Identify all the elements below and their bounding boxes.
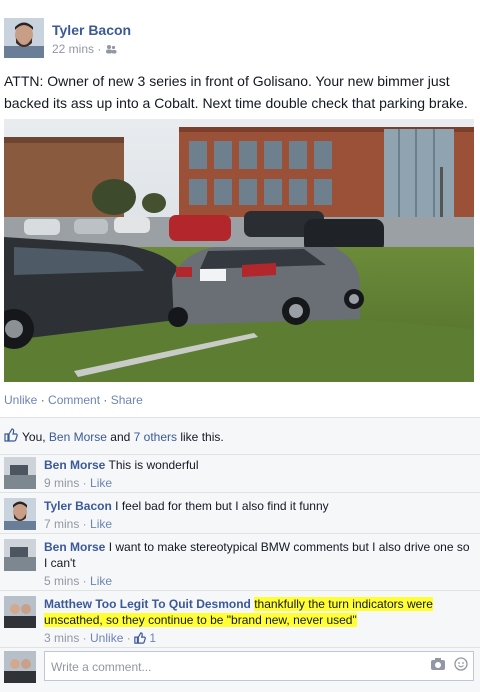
post-text: ATTN: Owner of new 3 series in front of … xyxy=(4,73,468,111)
emoji-icon[interactable] xyxy=(454,657,468,676)
friends-icon[interactable] xyxy=(105,43,117,57)
divider xyxy=(0,454,480,455)
viewer-avatar xyxy=(4,651,36,683)
comment-time[interactable]: 3 mins xyxy=(44,631,79,645)
comment-body: Matthew Too Legit To Quit Desmond thankf… xyxy=(44,596,476,648)
post-photo[interactable] xyxy=(4,119,474,382)
post-header: Tyler Bacon 22 mins · xyxy=(0,0,480,66)
actions-dot: · xyxy=(103,393,108,407)
composer-icons xyxy=(430,657,468,676)
meta-separator: · xyxy=(97,42,102,56)
comment-body: Ben Morse I want to make stereotypical B… xyxy=(44,539,476,589)
commenter-name[interactable]: Ben Morse xyxy=(44,458,105,472)
likes-suffix: like this. xyxy=(177,429,224,444)
commenter-name[interactable]: Matthew Too Legit To Quit Desmond xyxy=(44,597,251,611)
author-name[interactable]: Tyler Bacon xyxy=(52,22,131,38)
comment-body: Ben Morse This is wonderful 9 mins · Lik… xyxy=(44,457,476,491)
commenter-avatar[interactable] xyxy=(4,596,36,628)
thumbs-up-icon xyxy=(134,632,146,648)
unlike-comment-link[interactable]: Unlike xyxy=(90,631,123,645)
comment-time[interactable]: 5 mins xyxy=(44,574,79,588)
commenter-name[interactable]: Tyler Bacon xyxy=(44,499,112,513)
thumbs-up-icon xyxy=(4,428,18,445)
comment-text: This is wonderful xyxy=(108,458,199,472)
likes-summary: You, Ben Morse and 7 others like this. xyxy=(4,428,224,445)
divider xyxy=(0,647,480,648)
comment-text: I feel bad for them but I also find it f… xyxy=(115,499,329,513)
commenter-name[interactable]: Ben Morse xyxy=(44,540,105,554)
post-time[interactable]: 22 mins xyxy=(52,42,94,56)
divider xyxy=(0,590,480,591)
liker-link[interactable]: Ben Morse xyxy=(49,430,107,444)
comment-meta: 9 mins · Like xyxy=(44,476,113,490)
comment-link[interactable]: Comment xyxy=(48,393,100,407)
comment-item: Ben Morse I want to make stereotypical B… xyxy=(4,539,476,589)
camera-icon[interactable] xyxy=(430,657,446,676)
comment-meta: 3 mins · Unlike · 1 xyxy=(44,630,476,648)
comment-composer: Write a comment... xyxy=(4,649,476,685)
others-link[interactable]: 7 others xyxy=(134,430,177,444)
comment-item: Tyler Bacon I feel bad for them but I al… xyxy=(4,498,476,532)
divider xyxy=(0,492,480,493)
likes-middle: and xyxy=(106,429,134,444)
comment-body: Tyler Bacon I feel bad for them but I al… xyxy=(44,498,476,532)
likes-prefix: You, xyxy=(22,429,49,444)
share-link[interactable]: Share xyxy=(111,393,143,407)
like-link[interactable]: Like xyxy=(90,476,112,490)
comment-meta: 7 mins · Like xyxy=(44,517,113,531)
comment-time[interactable]: 7 mins xyxy=(44,517,79,531)
comment-meta: 5 mins · Like xyxy=(44,574,113,588)
comment-item: Matthew Too Legit To Quit Desmond thankf… xyxy=(4,596,476,646)
comment-like-count[interactable]: 1 xyxy=(149,631,156,645)
like-link[interactable]: Like xyxy=(90,517,112,531)
unlike-link[interactable]: Unlike xyxy=(4,393,37,407)
like-link[interactable]: Like xyxy=(90,574,112,588)
post-actions: Unlike · Comment · Share xyxy=(4,393,143,407)
comment-time[interactable]: 9 mins xyxy=(44,476,79,490)
post-meta: 22 mins · xyxy=(52,42,117,57)
actions-dot: · xyxy=(40,393,45,407)
commenter-avatar[interactable] xyxy=(4,457,36,489)
commenter-avatar[interactable] xyxy=(4,539,36,571)
comment-input[interactable]: Write a comment... xyxy=(44,651,474,681)
comment-text: I want to make stereotypical BMW comment… xyxy=(44,540,470,570)
commenter-avatar[interactable] xyxy=(4,498,36,530)
comment-item: Ben Morse This is wonderful 9 mins · Lik… xyxy=(4,457,476,491)
author-avatar[interactable] xyxy=(4,18,44,58)
divider xyxy=(0,533,480,534)
